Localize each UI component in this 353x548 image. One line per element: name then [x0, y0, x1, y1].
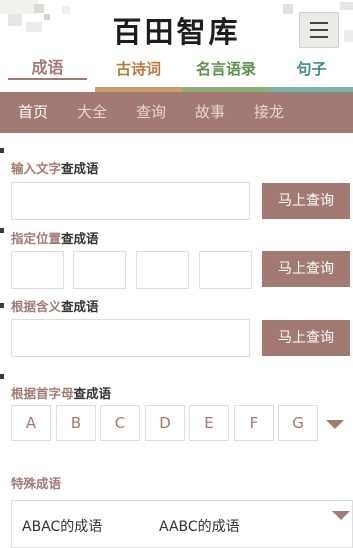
tab-mingyan[interactable]: 名言语录	[182, 52, 270, 92]
position-input-4[interactable]	[199, 251, 252, 289]
edge-marker	[0, 374, 4, 379]
section-label-special: 特殊成语	[11, 476, 62, 491]
position-input-1[interactable]	[11, 251, 64, 289]
sub-nav: 首页 大全 查询 故事 接龙	[0, 92, 353, 133]
subnav-home[interactable]: 首页	[18, 92, 48, 133]
special-item-abac[interactable]: ABAC的成语	[22, 516, 102, 536]
position-input-3[interactable]	[136, 251, 189, 289]
caret-down-icon[interactable]	[332, 511, 350, 520]
meaning-search-button[interactable]: 马上查询	[262, 320, 350, 356]
caret-down-icon[interactable]	[326, 420, 344, 429]
meaning-search-input[interactable]	[11, 319, 250, 357]
edge-marker	[0, 148, 4, 153]
letter-b-button[interactable]: B	[56, 405, 96, 441]
letter-c-button[interactable]: C	[100, 405, 140, 441]
section-label-position: 指定位置查成语	[11, 231, 99, 246]
section-label-text: 输入文字查成语	[11, 161, 99, 176]
tab-gushici[interactable]: 古诗词	[95, 52, 182, 92]
subnav-daquan[interactable]: 大全	[77, 92, 107, 133]
letter-a-button[interactable]: A	[11, 405, 51, 441]
letter-d-button[interactable]: D	[145, 405, 185, 441]
tab-chengyu[interactable]: 成语	[0, 52, 95, 92]
subnav-chaxun[interactable]: 查询	[136, 92, 166, 133]
hamburger-menu-icon[interactable]	[299, 12, 339, 48]
text-search-input[interactable]	[11, 182, 250, 220]
edge-marker	[0, 303, 4, 308]
special-item-aabc[interactable]: AABC的成语	[159, 516, 240, 536]
position-input-2[interactable]	[73, 251, 126, 289]
edge-marker	[0, 228, 4, 233]
subnav-jielong[interactable]: 接龙	[254, 92, 284, 133]
site-header: 百田智库	[0, 0, 353, 52]
text-search-button[interactable]: 马上查询	[262, 183, 350, 219]
section-label-meaning: 根据含义查成语	[11, 299, 99, 314]
letter-f-button[interactable]: F	[234, 405, 274, 441]
letter-g-button[interactable]: G	[278, 405, 318, 441]
tab-juzi[interactable]: 句子	[270, 52, 353, 92]
category-tabs: 成语 古诗词 名言语录 句子	[0, 52, 353, 92]
position-search-button[interactable]: 马上查询	[262, 251, 350, 287]
section-label-initial: 根据首字母查成语	[11, 386, 112, 401]
subnav-gushi[interactable]: 故事	[195, 92, 225, 133]
letter-e-button[interactable]: E	[189, 405, 229, 441]
